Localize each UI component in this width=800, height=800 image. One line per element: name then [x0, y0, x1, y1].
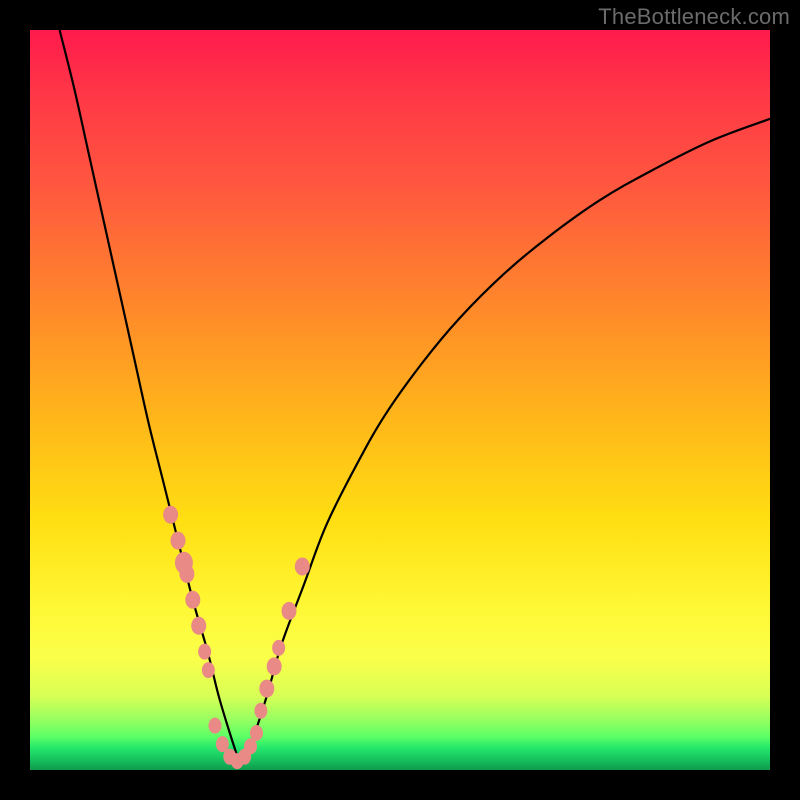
data-point	[163, 506, 178, 524]
data-point	[198, 644, 211, 660]
data-point	[209, 718, 222, 734]
data-point	[272, 640, 285, 656]
curve-layer	[60, 30, 770, 763]
curve-left	[60, 30, 240, 763]
plot-area	[30, 30, 770, 770]
data-point	[259, 680, 274, 698]
data-point	[202, 662, 215, 678]
data-point	[282, 602, 297, 620]
chart-svg	[30, 30, 770, 770]
data-point	[250, 725, 263, 741]
chart-frame: TheBottleneck.com	[0, 0, 800, 800]
data-point	[254, 703, 267, 719]
curve-right	[239, 119, 770, 763]
data-point	[171, 532, 186, 550]
data-point	[179, 565, 194, 583]
data-point	[185, 591, 200, 609]
data-point	[295, 558, 310, 576]
watermark-text: TheBottleneck.com	[598, 4, 790, 30]
data-point	[267, 657, 282, 675]
data-point	[191, 617, 206, 635]
datapoints-layer	[163, 506, 310, 769]
